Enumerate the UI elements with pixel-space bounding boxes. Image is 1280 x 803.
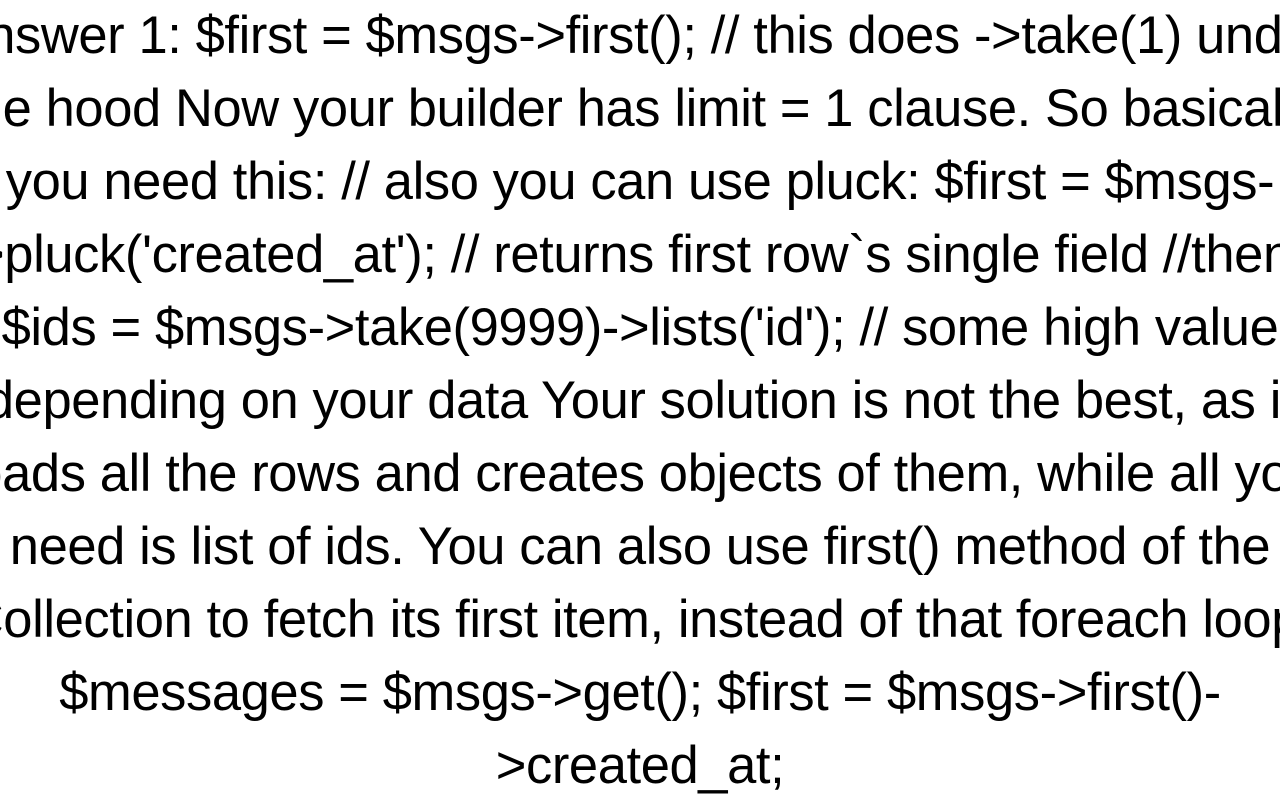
document-text: Answer 1: $first = $msgs->first(); // th… [0,0,1280,803]
